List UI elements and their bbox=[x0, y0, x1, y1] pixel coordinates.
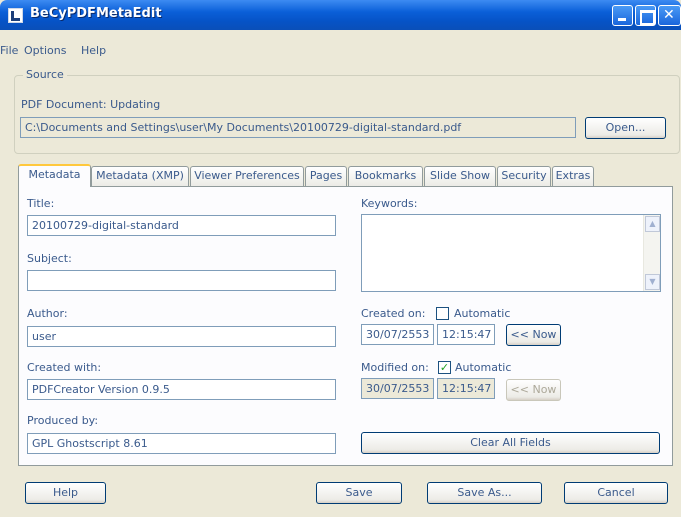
created-with-field[interactable]: PDFCreator Version 0.9.5 bbox=[27, 379, 336, 400]
check-mark-icon: ✓ bbox=[439, 361, 450, 374]
maximize-button[interactable] bbox=[635, 5, 656, 26]
created-now-button[interactable]: << Now bbox=[506, 324, 561, 346]
title-label: Title: bbox=[27, 197, 55, 210]
keywords-label: Keywords: bbox=[361, 197, 418, 210]
created-on-label: Created on: bbox=[361, 307, 426, 320]
save-button[interactable]: Save bbox=[316, 482, 402, 504]
pdf-path-field[interactable]: C:\Documents and Settings\user\My Docume… bbox=[20, 117, 576, 138]
help-button[interactable]: Help bbox=[25, 482, 106, 504]
scroll-up-icon[interactable]: ▲ bbox=[645, 216, 660, 232]
source-group-title: Source bbox=[23, 68, 67, 81]
menu-help[interactable]: Help bbox=[81, 44, 106, 57]
pdf-document-label: PDF Document: Updating bbox=[21, 98, 161, 111]
app-icon bbox=[8, 8, 23, 23]
keywords-textarea[interactable]: ▲ ▼ bbox=[361, 214, 661, 292]
subject-field[interactable] bbox=[27, 270, 336, 291]
menu-bar: File Options Help bbox=[0, 30, 681, 57]
modified-automatic-checkbox[interactable]: ✓ bbox=[438, 361, 451, 374]
menu-file[interactable]: File bbox=[0, 44, 18, 57]
author-label: Author: bbox=[27, 307, 68, 320]
keywords-scrollbar[interactable]: ▲ ▼ bbox=[643, 215, 660, 291]
window-title: BeCyPDFMetaEdit bbox=[30, 6, 162, 21]
cancel-button[interactable]: Cancel bbox=[564, 482, 668, 504]
source-group: Source bbox=[14, 68, 680, 154]
save-as-button[interactable]: Save As... bbox=[427, 482, 542, 504]
open-button[interactable]: Open... bbox=[585, 117, 666, 139]
title-bar[interactable]: BeCyPDFMetaEdit bbox=[0, 0, 681, 30]
tab-security[interactable]: Security bbox=[497, 166, 551, 186]
author-field[interactable]: user bbox=[27, 326, 336, 347]
created-date-field[interactable]: 30/07/2553 bbox=[361, 324, 434, 345]
tab-viewer-preferences[interactable]: Viewer Preferences bbox=[190, 166, 304, 186]
scroll-down-icon[interactable]: ▼ bbox=[645, 274, 660, 290]
created-time-field[interactable]: 12:15:47 bbox=[437, 324, 495, 345]
tab-slide-show[interactable]: Slide Show bbox=[424, 166, 496, 186]
minimize-button[interactable] bbox=[612, 5, 633, 26]
tab-extras[interactable]: Extras bbox=[552, 166, 594, 186]
clear-all-fields-button[interactable]: Clear All Fields bbox=[361, 432, 660, 454]
produced-by-field[interactable]: GPL Ghostscript 8.61 bbox=[27, 433, 336, 454]
title-field[interactable]: 20100729-digital-standard bbox=[27, 215, 336, 236]
modified-time-field: 12:15:47 bbox=[437, 378, 495, 399]
created-with-label: Created with: bbox=[27, 361, 102, 374]
tab-metadata-xmp[interactable]: Metadata (XMP) bbox=[91, 166, 189, 186]
produced-by-label: Produced by: bbox=[27, 414, 99, 427]
tab-pages[interactable]: Pages bbox=[305, 166, 347, 186]
created-automatic-checkbox[interactable] bbox=[436, 307, 449, 320]
tab-metadata[interactable]: Metadata bbox=[18, 164, 91, 187]
tab-bookmarks[interactable]: Bookmarks bbox=[348, 166, 423, 186]
modified-now-button: << Now bbox=[506, 379, 561, 401]
close-button[interactable] bbox=[658, 5, 681, 26]
modified-on-label: Modified on: bbox=[361, 361, 429, 374]
created-automatic-label: Automatic bbox=[454, 307, 511, 320]
modified-automatic-label: Automatic bbox=[455, 361, 512, 374]
subject-label: Subject: bbox=[27, 252, 72, 265]
menu-options[interactable]: Options bbox=[24, 44, 66, 57]
modified-date-field: 30/07/2553 bbox=[361, 378, 434, 399]
